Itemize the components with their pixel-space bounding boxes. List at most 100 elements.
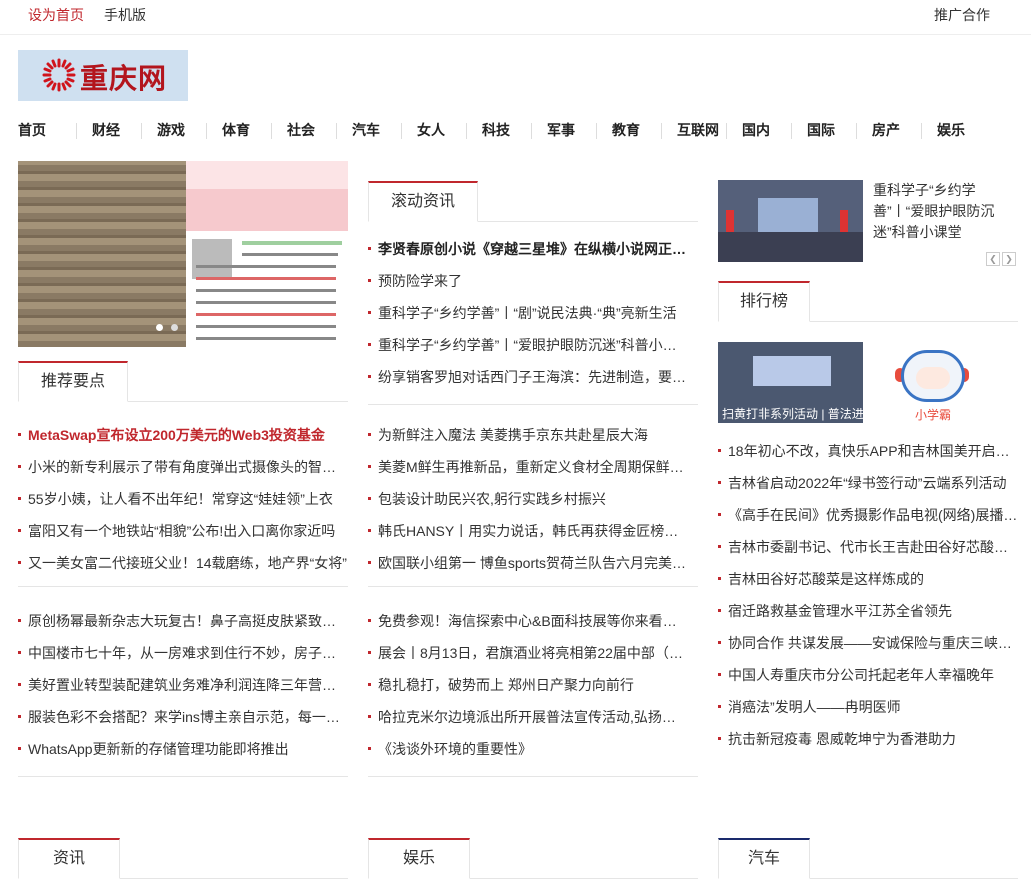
list-item[interactable]: 美菱M鲜生再推新品，重新定义食材全周期保鲜方案 — [368, 457, 688, 477]
nav-separator — [206, 123, 207, 139]
nav-item-8[interactable]: 军事 — [547, 120, 575, 140]
slide-dot-2[interactable] — [171, 324, 178, 331]
list-item[interactable]: 抗击新冠疫毒 恩威乾坤宁为香港助力 — [718, 729, 1018, 749]
ranking-image-1[interactable]: 扫黄打非系列活动 | 普法进社区 — [718, 342, 863, 423]
tab-auto[interactable]: 汽车 — [718, 838, 810, 879]
prev-arrow-icon[interactable]: ❮ — [986, 252, 1000, 266]
list-item[interactable]: 为新鲜注入魔法 美菱携手京东共赴星辰大海 — [368, 425, 688, 445]
list-item[interactable]: 宿迁路救基金管理水平江苏全省领先 — [718, 601, 1018, 621]
nav-separator — [921, 123, 922, 139]
feature-image[interactable] — [718, 180, 863, 262]
ranking-image-2[interactable]: 小学霸 — [873, 342, 1018, 423]
nav-item-3[interactable]: 体育 — [222, 120, 250, 140]
list-item[interactable]: 吉林田谷好芯酸菜是这样炼成的 — [718, 569, 1018, 589]
nav-separator — [791, 123, 792, 139]
list-item[interactable]: 稳扎稳打，破势而上 郑州日产聚力向前行 — [368, 675, 688, 695]
nav-separator — [466, 123, 467, 139]
scroll-news-header: 滚动资讯 — [368, 181, 698, 222]
nav-item-9[interactable]: 教育 — [612, 120, 640, 140]
recommend-header: 推荐要点 — [18, 361, 348, 402]
nav-item-7[interactable]: 科技 — [482, 120, 510, 140]
list-item[interactable]: 美好置业转型装配建筑业务难净利润连降三年营收下滑 — [18, 675, 348, 695]
slide-image-poster — [186, 161, 348, 347]
list-item[interactable]: 富阳又有一个地铁站“相貌”公布!出入口离你家近吗 — [18, 521, 348, 541]
list-item[interactable]: 预防险学来了 — [368, 271, 688, 291]
ent-section-header: 娱乐 — [368, 838, 698, 879]
list-item[interactable]: 协同合作 共谋发展——安诚保险与重庆三峡银行签约 — [718, 633, 1018, 653]
list-item[interactable]: 欧国联小组第一 博鱼sports贺荷兰队告六月完美收官 — [368, 553, 688, 573]
nav-separator — [596, 123, 597, 139]
list-item[interactable]: WhatsApp更新新的存储管理功能即将推出 — [18, 739, 348, 759]
ranking-image-caption: 扫黄打非系列活动 | 普法进社区 — [722, 407, 863, 421]
nav-item-11[interactable]: 国内 — [742, 120, 770, 140]
nav-item-5[interactable]: 汽车 — [352, 120, 380, 140]
nav-separator — [76, 123, 77, 139]
list-item[interactable]: 免费参观！海信探索中心&B面科技展等你来看不一样 — [368, 611, 688, 631]
tab-ranking[interactable]: 排行榜 — [718, 281, 810, 322]
list-item[interactable]: 中国楼市七十年，从一房难求到住行不妙，房子越来越 — [18, 643, 348, 663]
nav-separator — [531, 123, 532, 139]
list-item[interactable]: 55岁小姨，让人看不出年纪！常穿这“娃娃领”上衣 — [18, 489, 348, 509]
nav-separator — [401, 123, 402, 139]
nav-separator — [726, 123, 727, 139]
list-item[interactable]: 小米的新专利展示了带有角度弹出式摄像头的智能手机 — [18, 457, 348, 477]
slide-dot-1[interactable] — [156, 324, 163, 331]
ranking-header: 排行榜 — [718, 281, 1018, 322]
nav-item-1[interactable]: 财经 — [92, 120, 120, 140]
nav-item-13[interactable]: 房产 — [872, 120, 900, 140]
nav-item-0[interactable]: 首页 — [18, 120, 46, 140]
tab-entertainment[interactable]: 娱乐 — [368, 838, 470, 879]
mobile-version-link[interactable]: 手机版 — [104, 5, 146, 25]
nav-item-4[interactable]: 社会 — [287, 120, 315, 140]
list-item[interactable]: 韩氏HANSY丨用实力说话，韩氏再获得金匠榜大奖 — [368, 521, 688, 541]
set-home-link[interactable]: 设为首页 — [28, 5, 84, 25]
nav-separator — [661, 123, 662, 139]
tab-recommend[interactable]: 推荐要点 — [18, 361, 128, 402]
robot-mascot-icon — [901, 350, 965, 402]
nav-item-2[interactable]: 游戏 — [157, 120, 185, 140]
list-item[interactable]: 原创杨幂最新杂志大玩复古！鼻子高挺皮肤紧致，颜值 — [18, 611, 348, 631]
robot-caption: 小学霸 — [915, 408, 952, 422]
list-item[interactable]: MetaSwap宣布设立200万美元的Web3投资基金 — [18, 425, 348, 445]
list-item[interactable]: 包装设计助民兴农,躬行实践乡村振兴 — [368, 489, 688, 509]
list-item[interactable]: 展会丨8月13日，君旗酒业将亮相第22届中部（长沙） — [368, 643, 688, 663]
list-item[interactable]: 李贤春原创小说《穿越三星堆》在纵横小说网正式上线 — [368, 239, 688, 259]
image-slideshow[interactable] — [18, 161, 348, 347]
list-item[interactable]: 《高手在民间》优秀摄影作品电视(网络)展播活动启动 — [718, 505, 1018, 525]
auto-section-header: 汽车 — [718, 838, 1018, 879]
divider — [368, 404, 698, 405]
list-item[interactable]: 重科学子“乡约学善”丨“爱眼护眼防沉迷”科普小课堂 — [368, 335, 688, 355]
divider — [18, 776, 348, 777]
list-item[interactable]: 18年初心不改，真快乐APP和吉林国美开启新时代 — [718, 441, 1018, 461]
nav-separator — [271, 123, 272, 139]
nav-item-12[interactable]: 国际 — [807, 120, 835, 140]
divider — [18, 586, 348, 587]
list-item[interactable]: 服装色彩不会搭配？来学ins博主亲自示范，每一套都 — [18, 707, 348, 727]
list-item[interactable]: 哈拉克米尔边境派出所开展普法宣传活动,弘扬法治精神 — [368, 707, 688, 727]
list-item[interactable]: 纷享销客罗旭对话西门子王海滨：先进制造，要向数字化 — [368, 367, 688, 387]
list-item[interactable]: 吉林省启动2022年“绿书签行动”云端系列活动 — [718, 473, 1018, 493]
slide-dots — [156, 318, 186, 336]
divider — [368, 586, 698, 587]
list-item[interactable]: 吉林市委副书记、代市长王吉赴田谷好芯酸菜调研 — [718, 537, 1018, 557]
site-logo[interactable]: 重庆网 — [18, 50, 188, 101]
promo-cooperation-link[interactable]: 推广合作 — [934, 5, 990, 25]
list-item[interactable]: 重科学子“乡约学善”丨“剧”说民法典·“典”亮新生活 — [368, 303, 688, 323]
nav-separator — [141, 123, 142, 139]
list-item[interactable]: 《浅谈外环境的重要性》 — [368, 739, 688, 759]
nav-item-6[interactable]: 女人 — [417, 120, 445, 140]
nav-separator — [856, 123, 857, 139]
tab-scroll-news[interactable]: 滚动资讯 — [368, 181, 478, 222]
nav-item-14[interactable]: 娱乐 — [937, 120, 965, 140]
nav-item-10[interactable]: 互联网 — [677, 120, 719, 140]
next-arrow-icon[interactable]: ❯ — [1002, 252, 1016, 266]
feature-title-link[interactable]: 重科学子“乡约学善”丨“爱眼护眼防沉迷”科普小课堂 — [873, 180, 1018, 243]
list-item[interactable]: 中国人寿重庆市分公司托起老年人幸福晚年 — [718, 665, 1018, 685]
list-item[interactable]: 消癌法”发明人——冉明医师 — [718, 697, 1018, 717]
feature-pager: ❮ ❯ — [984, 249, 1016, 267]
tab-news[interactable]: 资讯 — [18, 838, 120, 879]
logo-burst-icon — [42, 58, 76, 92]
list-item[interactable]: 又一美女富二代接班父业！14载磨练，地产界“女将” — [18, 553, 348, 573]
divider — [368, 776, 698, 777]
nav-separator — [336, 123, 337, 139]
